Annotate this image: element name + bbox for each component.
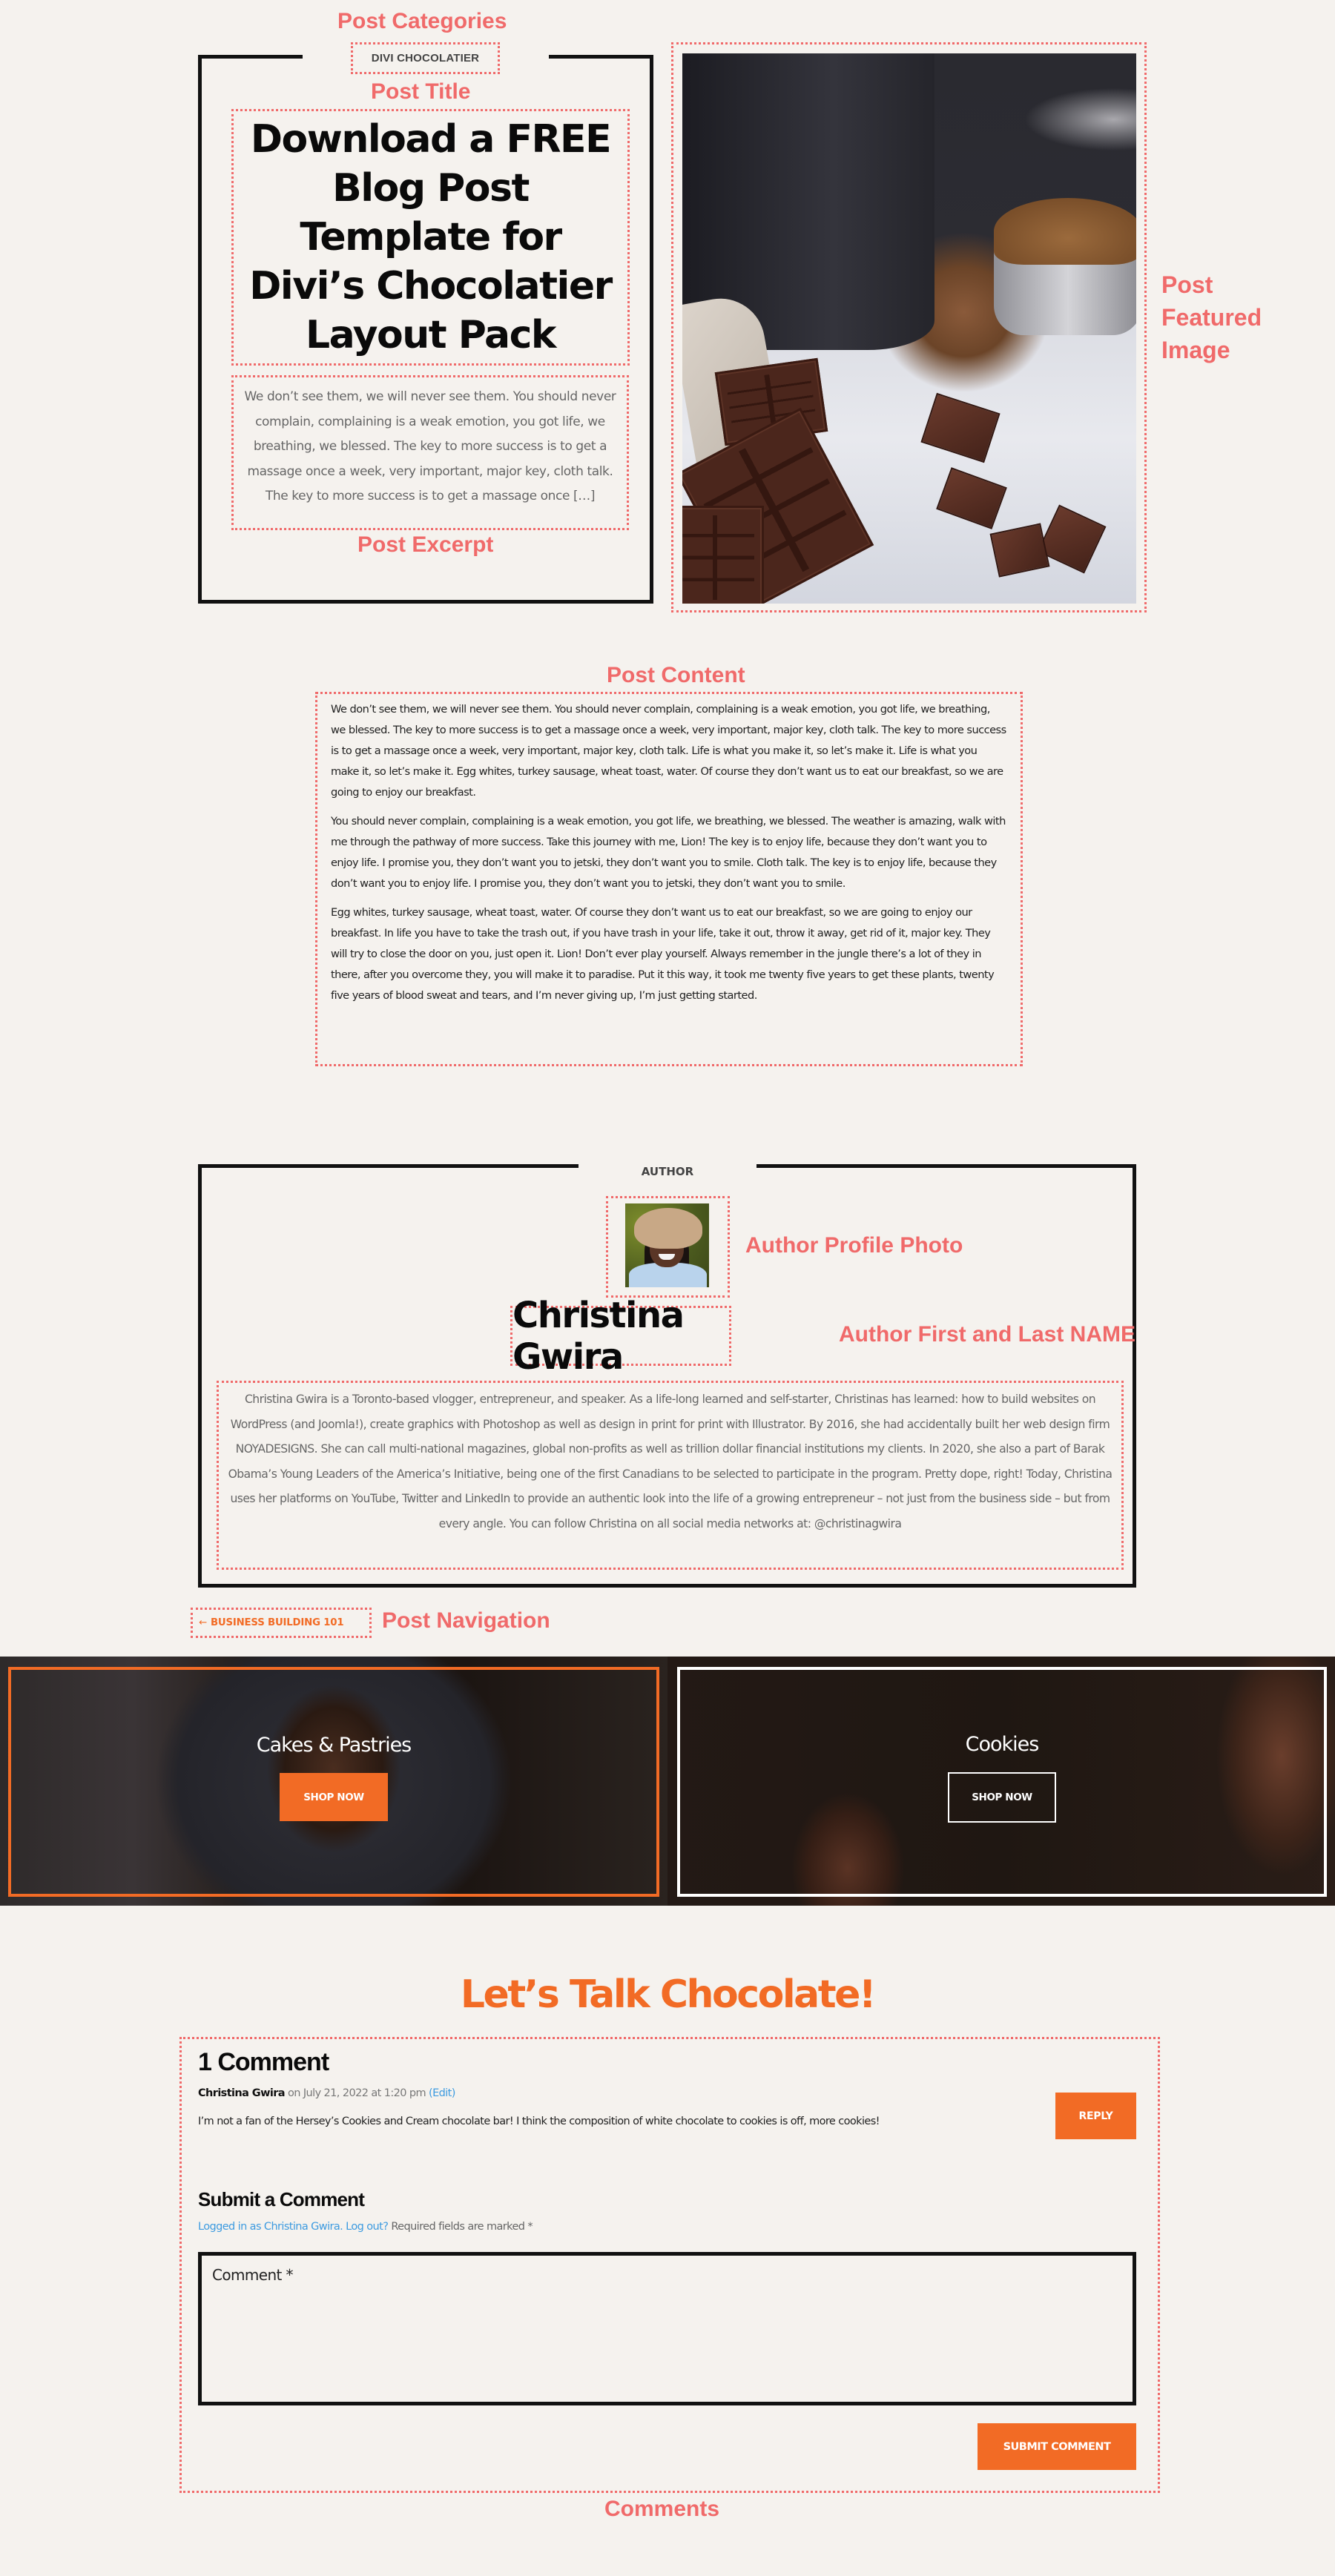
post-category-tag[interactable]: DIVI CHOCOLATIER <box>351 42 500 74</box>
content-paragraph: We don’t see them, we will never see the… <box>331 703 1006 799</box>
post-content: We don’t see them, we will never see the… <box>315 692 1023 1066</box>
logout-link[interactable]: Log out? <box>346 2221 389 2233</box>
comment-author[interactable]: Christina Gwira <box>198 2087 286 2099</box>
arrow-left-icon: ← <box>199 1617 207 1628</box>
annotation-post-navigation: Post Navigation <box>382 1608 550 1633</box>
logged-in-as-link[interactable]: Logged in as Christina Gwira. <box>198 2221 343 2233</box>
logged-in-line: Logged in as Christina Gwira. Log out? R… <box>198 2221 533 2233</box>
promo-card-cookies: Cookies SHOP NOW <box>677 1667 1327 1897</box>
annotation-post-content: Post Content <box>607 663 745 687</box>
post-title-box: Download a FREE Blog Post Template for D… <box>231 109 630 366</box>
post-title: Download a FREE Blog Post Template for D… <box>249 117 613 357</box>
annotation-author-photo: Author Profile Photo <box>745 1233 963 1258</box>
avatar-hat <box>634 1208 702 1249</box>
promo-title: Cookies <box>965 1732 1040 1756</box>
annotation-line: Image <box>1161 337 1230 363</box>
comment-text: I’m not a fan of the Hersey’s Cookies an… <box>198 2116 880 2127</box>
comment-date: on July 21, 2022 at 1:20 pm <box>288 2087 426 2099</box>
annotation-line: Featured <box>1161 304 1262 331</box>
promo-title: Cakes & Pastries <box>256 1734 412 1757</box>
annotation-comments: Comments <box>604 2497 720 2521</box>
chocolate-piece-shape <box>936 467 1007 529</box>
author-avatar <box>625 1203 709 1287</box>
annotation-line: Post <box>1161 271 1213 298</box>
comment-count: 1 Comment <box>198 2048 329 2076</box>
author-name: Christina Gwira <box>512 1294 685 1378</box>
prev-post-label: BUSINESS BUILDING 101 <box>210 1617 344 1628</box>
author-bio: Christina Gwira is a Toronto-based vlogg… <box>228 1393 1112 1530</box>
content-paragraph: Egg whites, turkey sausage, wheat toast,… <box>331 906 995 1002</box>
content-paragraph: You should never complain, complaining i… <box>331 815 1006 890</box>
promo-band: Cakes & Pastries SHOP NOW Cookies SHOP N… <box>0 1657 1335 1906</box>
comments-heading: Let’s Talk Chocolate! <box>460 1972 877 2017</box>
comment-textarea[interactable] <box>198 2252 1136 2405</box>
annotation-featured-image: Post Featured Image <box>1161 268 1262 366</box>
chocolate-piece-shape <box>920 392 1001 463</box>
reply-button[interactable]: REPLY <box>1055 2093 1136 2139</box>
submit-comment-title: Submit a Comment <box>198 2188 365 2210</box>
promo-card-cakes: Cakes & Pastries SHOP NOW <box>8 1667 659 1897</box>
chocolate-bar-shape <box>682 506 764 604</box>
shop-now-button[interactable]: SHOP NOW <box>280 1773 388 1821</box>
post-excerpt: We don’t see them, we will never see the… <box>244 389 616 503</box>
chocolate-piece-shape <box>989 523 1050 578</box>
annotation-post-title: Post Title <box>371 79 471 104</box>
post-category-label: DIVI CHOCOLATIER <box>371 52 480 65</box>
post-excerpt-box: We don’t see them, we will never see the… <box>231 375 629 530</box>
prev-post-link[interactable]: ← BUSINESS BUILDING 101 <box>191 1608 372 1638</box>
comment-edit-link[interactable]: (Edit) <box>429 2087 455 2099</box>
annotation-post-excerpt: Post Excerpt <box>357 532 494 557</box>
comment-meta: Christina Gwira on July 21, 2022 at 1:20… <box>198 2087 455 2099</box>
author-name-box: Christina Gwira <box>510 1295 731 1378</box>
annotation-author-name: Author First and Last NAME <box>839 1322 1136 1347</box>
annotation-post-categories: Post Categories <box>337 9 507 33</box>
featured-image <box>682 53 1136 604</box>
author-section-label: AUTHOR <box>641 1165 694 1178</box>
sugar-shape <box>994 198 1136 265</box>
author-bio-box: Christina Gwira is a Toronto-based vlogg… <box>217 1381 1124 1570</box>
shop-now-button[interactable]: SHOP NOW <box>948 1771 1056 1823</box>
submit-comment-button[interactable]: SUBMIT COMMENT <box>978 2423 1136 2470</box>
required-note: Required fields are marked * <box>391 2221 533 2233</box>
